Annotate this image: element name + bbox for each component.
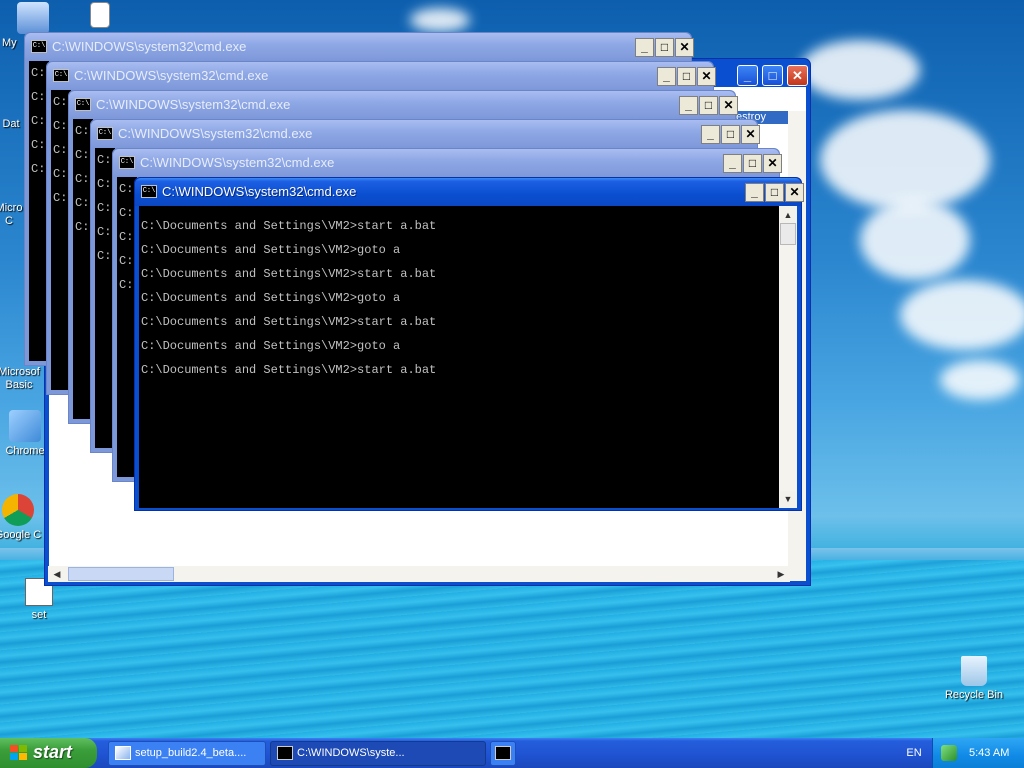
- cmd-icon: C:\: [75, 98, 91, 111]
- start-button[interactable]: start: [0, 738, 97, 768]
- close-button[interactable]: ✕: [741, 125, 760, 144]
- desktop-icon-text-file[interactable]: [80, 2, 120, 31]
- system-tray: 5:43 AM: [932, 738, 1024, 768]
- text-file-icon: [90, 2, 110, 28]
- network-icon[interactable]: [941, 745, 957, 761]
- cmd-console[interactable]: C:\Documents and Settings\VM2>start a.ba…: [139, 206, 781, 508]
- maximize-button[interactable]: □: [743, 154, 762, 173]
- maximize-button[interactable]: □: [677, 67, 696, 86]
- close-button[interactable]: ✕: [763, 154, 782, 173]
- console-line: C:\Documents and Settings\VM2>start a.ba…: [141, 363, 437, 377]
- cmd-icon: [495, 746, 511, 760]
- taskbar-button-cmd[interactable]: C:\WINDOWS\syste...: [270, 741, 486, 766]
- console-line: C:\Documents and Settings\VM2>goto a: [141, 339, 401, 353]
- cmd-title: C:\WINDOWS\system32\cmd.exe: [118, 126, 313, 141]
- cmd-title: C:\WINDOWS\system32\cmd.exe: [96, 97, 291, 112]
- language-indicator[interactable]: EN: [899, 738, 929, 768]
- maximize-button[interactable]: □: [655, 38, 674, 57]
- maximize-button[interactable]: □: [721, 125, 740, 144]
- explorer-minimize-button[interactable]: _: [737, 65, 758, 86]
- close-button[interactable]: ✕: [675, 38, 694, 57]
- taskbar-button-cmd-group[interactable]: [490, 741, 516, 766]
- maximize-button[interactable]: □: [765, 183, 784, 202]
- desktop-icon-recycle-bin[interactable]: Recycle Bin: [937, 656, 1011, 702]
- minimize-button[interactable]: _: [635, 38, 654, 57]
- minimize-button[interactable]: _: [745, 183, 764, 202]
- cmd-title: C:\WINDOWS\system32\cmd.exe: [74, 68, 269, 83]
- console-line: C:\Documents and Settings\VM2>start a.ba…: [141, 219, 437, 233]
- taskbar-button-setup[interactable]: setup_build2.4_beta....: [108, 741, 266, 766]
- scroll-left-arrow-icon[interactable]: ◀: [50, 567, 64, 581]
- explorer-close-button[interactable]: ✕: [787, 65, 808, 86]
- cmd-icon: C:\: [141, 185, 157, 198]
- vertical-scroll-thumb[interactable]: [780, 223, 796, 245]
- console-line: C:\Documents and Settings\VM2>goto a: [141, 291, 401, 305]
- minimize-button[interactable]: _: [723, 154, 742, 173]
- recycle-bin-icon: [961, 656, 987, 686]
- scroll-down-arrow-icon[interactable]: ▼: [780, 491, 796, 507]
- google-chrome-icon: [2, 494, 34, 526]
- minimize-button[interactable]: _: [679, 96, 698, 115]
- close-button[interactable]: ✕: [719, 96, 738, 115]
- explorer-horizontal-scrollbar[interactable]: ◀ ▶: [48, 566, 790, 582]
- cmd-icon: C:\: [31, 40, 47, 53]
- my-computer-icon: [17, 2, 49, 34]
- cmd-title: C:\WINDOWS\system32\cmd.exe: [162, 184, 357, 199]
- close-button[interactable]: ✕: [785, 183, 804, 202]
- cmd-window-active[interactable]: C:\ C:\WINDOWS\system32\cmd.exe _ □ ✕ C:…: [134, 177, 804, 511]
- maximize-button[interactable]: □: [699, 96, 718, 115]
- clock[interactable]: 5:43 AM: [969, 738, 1009, 768]
- horizontal-scroll-thumb[interactable]: [68, 567, 174, 581]
- desktop-icon-microsoft-c[interactable]: Micro C: [0, 202, 24, 228]
- minimize-button[interactable]: _: [701, 125, 720, 144]
- console-line: C:\Documents and Settings\VM2>goto a: [141, 243, 401, 257]
- desktop-icon-google-chrome[interactable]: Google C: [0, 494, 48, 542]
- cmd-title: C:\WINDOWS\system32\cmd.exe: [140, 155, 335, 170]
- console-vertical-scrollbar[interactable]: ▲ ▼: [779, 206, 797, 508]
- explorer-maximize-button[interactable]: □: [762, 65, 783, 86]
- cmd-icon: C:\: [97, 127, 113, 140]
- chrome-installer-icon: [9, 410, 41, 442]
- console-line: C:\Documents and Settings\VM2>start a.ba…: [141, 267, 437, 281]
- console-line: C:\Documents and Settings\VM2>start a.ba…: [141, 315, 437, 329]
- cmd-icon: [277, 746, 293, 760]
- scroll-up-arrow-icon[interactable]: ▲: [780, 207, 796, 223]
- scroll-right-arrow-icon[interactable]: ▶: [774, 567, 788, 581]
- taskbar: start setup_build2.4_beta.... C:\WINDOWS…: [0, 738, 1024, 768]
- installer-icon: [115, 746, 131, 760]
- cmd-title: C:\WINDOWS\system32\cmd.exe: [52, 39, 247, 54]
- cmd-icon: C:\: [53, 69, 69, 82]
- close-button[interactable]: ✕: [697, 67, 716, 86]
- windows-flag-icon: [10, 745, 28, 761]
- desktop-icon-microsoft-basic[interactable]: Microsof Basic: [0, 366, 44, 392]
- cmd-icon: C:\: [119, 156, 135, 169]
- desktop-icon-data[interactable]: Dat: [0, 118, 26, 131]
- minimize-button[interactable]: _: [657, 67, 676, 86]
